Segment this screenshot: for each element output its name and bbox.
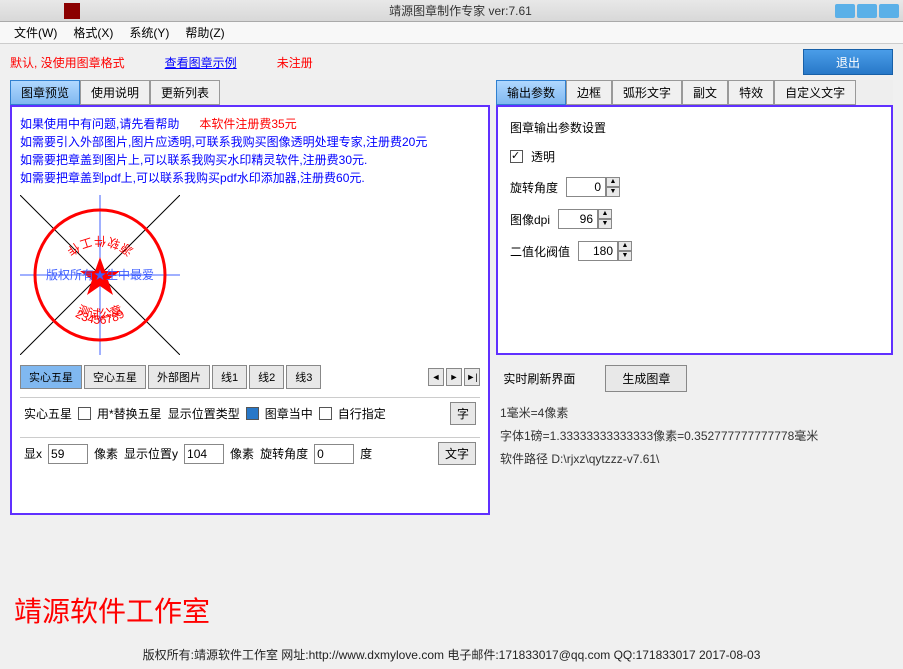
x-label: 显x	[24, 445, 42, 462]
x-input[interactable]	[48, 444, 88, 464]
footer: 版权所有:靖源软件工作室 网址:http://www.dxmylove.com …	[0, 640, 903, 669]
rot-label: 旋转角度	[260, 445, 308, 462]
shape-solid-star[interactable]: 实心五星	[20, 365, 82, 389]
use-asterisk-label: 用*替换五星	[97, 405, 162, 422]
px-label-1: 像素	[94, 445, 118, 462]
rot-input[interactable]	[314, 444, 354, 464]
threshold-spinner[interactable]: ▲▼	[578, 241, 632, 261]
maximize-icon[interactable]	[857, 4, 877, 18]
path-info: 软件路径 D:\rjxz\qytzzz-v7.61\	[500, 450, 889, 467]
refresh-label: 实时刷新界面	[503, 372, 575, 386]
seal-preview: 版权所有★生中最爱 测试公章 23456789 源 软 件 工 作	[20, 195, 180, 355]
mm-info: 1毫米=4像素	[500, 404, 889, 421]
pos-center-checkbox[interactable]	[246, 407, 259, 420]
scroll-right-icon[interactable]: ►	[446, 368, 462, 386]
shape-line2[interactable]: 线2	[249, 365, 284, 389]
scroll-left-icon[interactable]: ◄	[428, 368, 444, 386]
topbar: 默认, 没使用图章格式 查看图章示例 未注册 退出	[0, 44, 903, 80]
deg-label: 度	[360, 445, 372, 462]
shape-hollow-star[interactable]: 空心五星	[84, 365, 146, 389]
up-arrow-icon[interactable]: ▲	[598, 209, 612, 219]
control-row-1: 实心五星 用*替换五星 显示位置类型 图章当中 自行指定 字	[20, 397, 480, 429]
rotation-label: 旋转角度	[510, 179, 558, 196]
tab-output[interactable]: 输出参数	[496, 80, 566, 105]
window-title: 靖源图章制作专家 ver:7.61	[86, 2, 835, 19]
left-tabs: 图章预览 使用说明 更新列表	[10, 80, 490, 105]
up-arrow-icon[interactable]: ▲	[618, 241, 632, 251]
right-tabs: 输出参数 边框 弧形文字 副文 特效 自定义文字	[496, 80, 893, 105]
threshold-label: 二值化阀值	[510, 243, 570, 260]
view-sample-link[interactable]: 查看图章示例	[165, 54, 237, 71]
format-status: 默认, 没使用图章格式	[10, 54, 125, 71]
pos-custom-checkbox[interactable]	[319, 407, 332, 420]
output-panel: 图章输出参数设置 透明 旋转角度 ▲▼ 图像dpi ▲▼ 二值化	[496, 105, 893, 355]
font-info: 字体1磅=1.33333333333333像素=0.35277777777777…	[500, 427, 889, 444]
control-row-2: 显x 像素 显示位置y 像素 旋转角度 度 文字	[20, 437, 480, 469]
help-text: 如果使用中有问题,请先看帮助 本软件注册费35元 如需要引入外部图片,图片应透明…	[20, 115, 480, 187]
menu-help[interactable]: 帮助(Z)	[179, 22, 230, 43]
menu-system[interactable]: 系统(Y)	[123, 22, 175, 43]
down-arrow-icon[interactable]: ▼	[598, 219, 612, 229]
minimize-icon[interactable]	[835, 4, 855, 18]
menubar: 文件(W) 格式(X) 系统(Y) 帮助(Z)	[0, 22, 903, 44]
unregistered-label: 未注册	[277, 54, 313, 71]
right-lower: 实时刷新界面 生成图章 1毫米=4像素 字体1磅=1.3333333333333…	[496, 355, 893, 483]
pos-type-label: 显示位置类型	[168, 405, 240, 422]
output-group-title: 图章输出参数设置	[510, 119, 879, 136]
tab-subtext[interactable]: 副文	[682, 80, 728, 105]
tab-usage[interactable]: 使用说明	[80, 80, 150, 105]
font-button[interactable]: 字	[450, 402, 476, 425]
down-arrow-icon[interactable]: ▼	[606, 187, 620, 197]
dpi-label: 图像dpi	[510, 211, 550, 228]
transparent-label: 透明	[531, 148, 555, 165]
close-icon[interactable]	[879, 4, 899, 18]
y-label: 显示位置y	[124, 445, 178, 462]
shape-tabs: 实心五星 空心五星 外部图片 线1 线2 线3 ◄ ► ►|	[20, 365, 480, 389]
tab-updates[interactable]: 更新列表	[150, 80, 220, 105]
tab-border[interactable]: 边框	[566, 80, 612, 105]
pos-center-label: 图章当中	[265, 405, 313, 422]
generate-button[interactable]: 生成图章	[605, 365, 687, 392]
tab-preview[interactable]: 图章预览	[10, 80, 80, 105]
use-asterisk-checkbox[interactable]	[78, 407, 91, 420]
dpi-spinner[interactable]: ▲▼	[558, 209, 612, 229]
shape-external-img[interactable]: 外部图片	[148, 365, 210, 389]
exit-button[interactable]: 退出	[803, 49, 893, 75]
shape-name-label: 实心五星	[24, 405, 72, 422]
y-input[interactable]	[184, 444, 224, 464]
rotation-input[interactable]	[566, 177, 606, 197]
pos-custom-label: 自行指定	[338, 405, 386, 422]
preview-panel: 如果使用中有问题,请先看帮助 本软件注册费35元 如需要引入外部图片,图片应透明…	[10, 105, 490, 515]
menu-file[interactable]: 文件(W)	[8, 22, 63, 43]
tab-effects[interactable]: 特效	[728, 80, 774, 105]
studio-label: 靖源软件工作室	[0, 580, 903, 640]
transparent-checkbox[interactable]	[510, 150, 523, 163]
up-arrow-icon[interactable]: ▲	[606, 177, 620, 187]
tab-arc-text[interactable]: 弧形文字	[612, 80, 682, 105]
down-arrow-icon[interactable]: ▼	[618, 251, 632, 261]
px-label-2: 像素	[230, 445, 254, 462]
shape-line3[interactable]: 线3	[286, 365, 321, 389]
app-icon	[64, 3, 80, 19]
text-button[interactable]: 文字	[438, 442, 476, 465]
scroll-end-icon[interactable]: ►|	[464, 368, 480, 386]
dpi-input[interactable]	[558, 209, 598, 229]
tab-custom-text[interactable]: 自定义文字	[774, 80, 856, 105]
window-controls	[835, 4, 899, 18]
menu-format[interactable]: 格式(X)	[67, 22, 119, 43]
svg-text:版权所有★生中最爱: 版权所有★生中最爱	[46, 267, 154, 282]
threshold-input[interactable]	[578, 241, 618, 261]
shape-line1[interactable]: 线1	[212, 365, 247, 389]
rotation-spinner[interactable]: ▲▼	[566, 177, 620, 197]
titlebar: 靖源图章制作专家 ver:7.61	[0, 0, 903, 22]
